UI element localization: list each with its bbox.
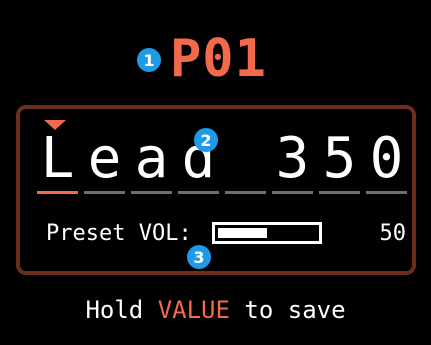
preset-volume-label: Preset VOL: [46, 220, 192, 246]
name-char: L [40, 126, 75, 191]
char-slot-underline [319, 191, 360, 194]
name-char-slot[interactable]: 0 [363, 131, 410, 195]
name-char-slot[interactable]: 3 [269, 131, 316, 195]
preset-number: P01 [170, 29, 267, 89]
preset-name-editor[interactable]: L e a d 3 5 0 [34, 131, 410, 195]
char-slot-underline [84, 191, 125, 194]
annotation-marker-1: 1 [137, 48, 161, 72]
preset-volume-fill [217, 228, 267, 238]
annotation-marker-2: 2 [194, 128, 218, 152]
name-char: 0 [369, 126, 404, 191]
preset-volume-row: Preset VOL: 50 [46, 218, 406, 248]
char-slot-underline [225, 191, 266, 194]
preset-volume-bar[interactable] [211, 222, 322, 244]
save-hint-prefix: Hold [85, 296, 158, 324]
preset-volume-value: 50 [379, 220, 407, 246]
save-hint-key: VALUE [157, 296, 230, 324]
char-slot-underline [272, 191, 313, 194]
name-char: a [134, 126, 169, 191]
name-char: 5 [322, 126, 357, 191]
char-slot-underline [37, 191, 78, 194]
save-hint-suffix: to save [229, 296, 346, 324]
save-hint: Hold VALUE to save [0, 296, 431, 324]
name-char: 3 [275, 126, 310, 191]
preset-editor-screen: 1 P01 L e a d 3 5 0 2 Preset VOL: 50 3 H… [0, 0, 431, 345]
name-char-slot[interactable] [222, 131, 269, 195]
name-char-slot[interactable]: 5 [316, 131, 363, 195]
name-char: e [87, 126, 122, 191]
char-slot-underline [366, 191, 407, 194]
name-char-slot[interactable]: e [81, 131, 128, 195]
name-char-slot[interactable]: L [34, 131, 81, 195]
name-char-slot[interactable]: a [128, 131, 175, 195]
char-slot-underline [178, 191, 219, 194]
annotation-marker-3: 3 [187, 245, 211, 269]
char-slot-underline [131, 191, 172, 194]
